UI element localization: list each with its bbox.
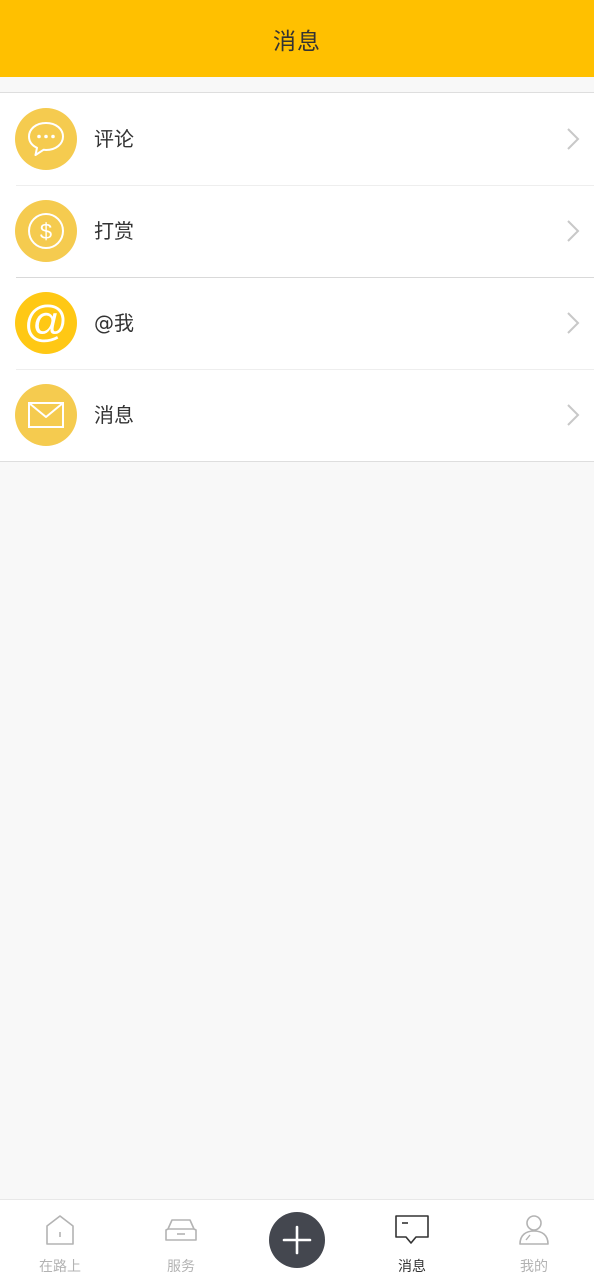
- bottom-tab-bar: 在路上 服务 消息 我的: [0, 1199, 594, 1281]
- tab-messages[interactable]: 消息: [352, 1200, 472, 1281]
- list-item-mentions[interactable]: @ @我: [0, 277, 594, 369]
- tab-label: 我的: [520, 1259, 548, 1275]
- page-title: 消息: [273, 28, 321, 55]
- list-item-label: @我: [94, 311, 134, 335]
- comment-bubble-icon: [15, 108, 77, 170]
- message-category-list: 评论 $ 打赏 @ @我 消息: [0, 92, 594, 462]
- list-item-label: 评论: [94, 127, 134, 151]
- chevron-right-icon: [567, 220, 580, 242]
- plus-icon: [282, 1225, 312, 1255]
- list-item-comments[interactable]: 评论: [0, 93, 594, 185]
- tab-label: 在路上: [39, 1259, 81, 1275]
- svg-text:@: @: [24, 300, 69, 346]
- svg-text:$: $: [40, 219, 52, 244]
- car-icon: [165, 1219, 197, 1241]
- at-sign-icon: @: [15, 292, 77, 354]
- chevron-right-icon: [567, 128, 580, 150]
- tab-me[interactable]: 我的: [474, 1200, 594, 1281]
- chevron-right-icon: [567, 312, 580, 334]
- list-item-messages[interactable]: 消息: [0, 369, 594, 461]
- house-icon: [46, 1215, 74, 1245]
- tab-label: 消息: [398, 1259, 426, 1275]
- tab-on-the-road[interactable]: 在路上: [0, 1200, 120, 1281]
- envelope-icon: [15, 384, 77, 446]
- top-header: 消息: [0, 0, 594, 77]
- person-icon: [519, 1215, 549, 1245]
- tab-services[interactable]: 服务: [121, 1200, 241, 1281]
- list-item-rewards[interactable]: $ 打赏: [0, 185, 594, 277]
- list-item-label: 打赏: [94, 219, 134, 243]
- tab-label: 服务: [167, 1259, 195, 1275]
- list-item-label: 消息: [94, 403, 134, 427]
- add-post-button[interactable]: [269, 1212, 325, 1268]
- message-box-icon: [395, 1215, 429, 1244]
- dollar-coin-icon: $: [15, 200, 77, 262]
- chevron-right-icon: [567, 404, 580, 426]
